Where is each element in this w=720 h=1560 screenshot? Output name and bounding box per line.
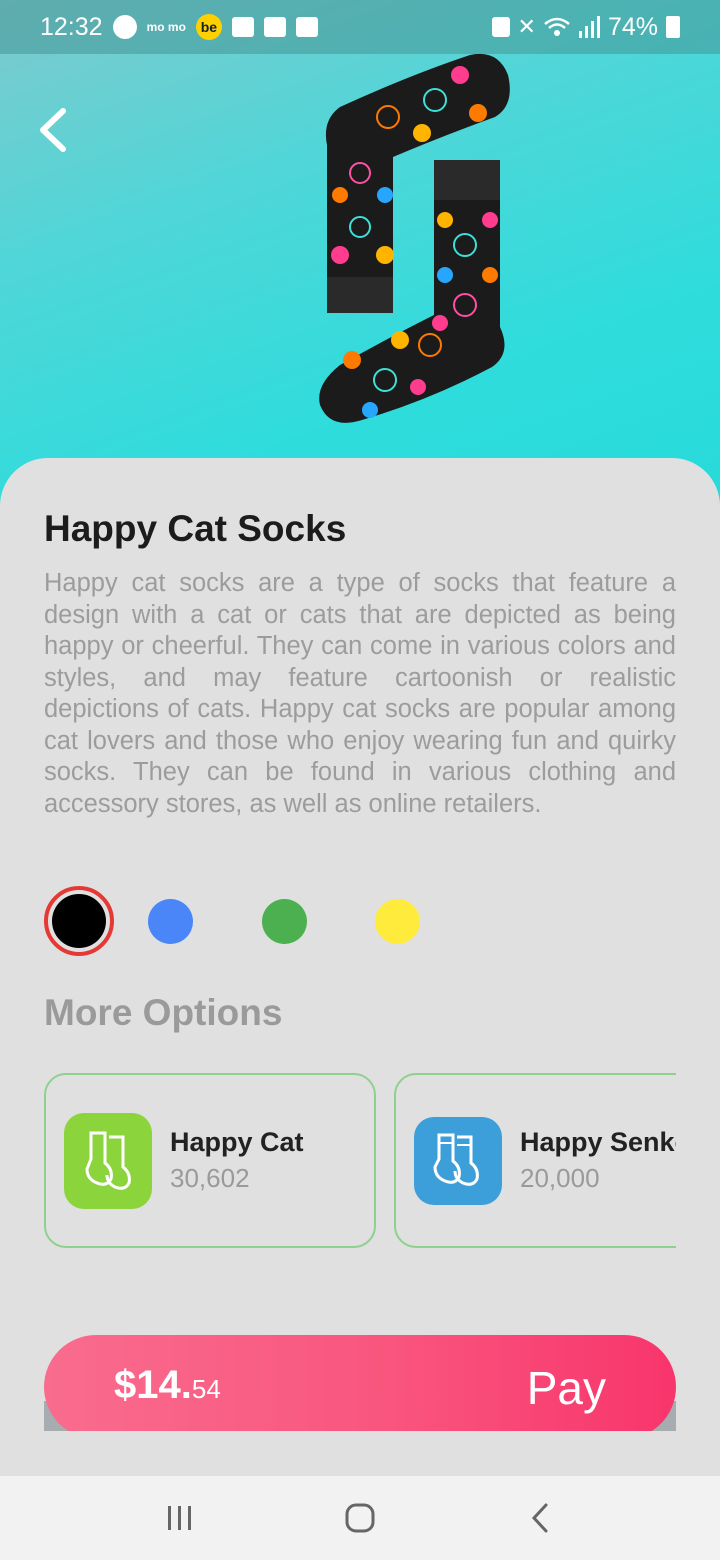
option-card-happy-senko[interactable]: Happy Senko 20,000 bbox=[394, 1073, 676, 1248]
nav-back-button[interactable] bbox=[500, 1488, 580, 1548]
option-count: 20,000 bbox=[520, 1163, 600, 1193]
folder-icon-2 bbox=[263, 17, 286, 37]
clock: 12:32 bbox=[40, 12, 103, 41]
more-options-title: More Options bbox=[44, 992, 283, 1033]
price: $14.54 bbox=[114, 1363, 221, 1408]
product-title: Happy Cat Socks bbox=[44, 508, 347, 549]
socks-glyph bbox=[85, 1131, 131, 1190]
signal-icon bbox=[578, 16, 600, 38]
option-count: 30,602 bbox=[170, 1163, 250, 1193]
price-cents: 54 bbox=[191, 1374, 221, 1404]
striped-socks-icon bbox=[414, 1117, 502, 1205]
recents-icon bbox=[168, 1506, 191, 1530]
color-swatch-blue[interactable] bbox=[148, 899, 193, 944]
wifi-icon bbox=[544, 17, 570, 36]
app-notification-icon bbox=[112, 15, 137, 39]
home-icon bbox=[345, 1503, 375, 1533]
color-swatch-black[interactable] bbox=[44, 886, 114, 956]
status-bar: 12:32 mo mo be ✕ 74% bbox=[0, 0, 720, 54]
battery-percent: 74% bbox=[607, 12, 658, 41]
battery-icon bbox=[666, 16, 680, 38]
gallery-icon bbox=[295, 17, 318, 37]
pay-section: $14.54 Pay bbox=[44, 1335, 676, 1431]
pay-label: Pay bbox=[526, 1362, 606, 1414]
option-name: Happy Cat bbox=[170, 1127, 304, 1157]
folder-icon bbox=[231, 17, 254, 37]
back-button[interactable] bbox=[22, 100, 82, 160]
socks-icon bbox=[64, 1113, 152, 1209]
momo-icon: mo mo bbox=[146, 19, 186, 34]
pay-button[interactable]: $14.54 Pay bbox=[44, 1335, 676, 1431]
recents-button[interactable] bbox=[140, 1488, 220, 1548]
option-card-happy-cat[interactable]: Happy Cat 30,602 bbox=[44, 1073, 376, 1248]
sync-icon bbox=[491, 17, 510, 37]
color-swatch-yellow[interactable] bbox=[375, 899, 420, 944]
be-icon: be bbox=[195, 14, 222, 40]
product-hero bbox=[0, 0, 720, 520]
chevron-left-icon bbox=[40, 108, 66, 152]
price-main: $14. bbox=[114, 1363, 192, 1407]
more-options-list: Happy Cat 30,602 Happy Senko 20,000 bbox=[44, 1073, 676, 1249]
color-swatches bbox=[44, 886, 484, 958]
striped-socks-glyph bbox=[433, 1133, 479, 1186]
swatch-fill bbox=[52, 894, 106, 948]
back-icon bbox=[531, 1503, 548, 1533]
color-swatch-green[interactable] bbox=[262, 899, 307, 944]
mute-icon: ✕ bbox=[517, 14, 536, 39]
cat-socks-image bbox=[319, 53, 510, 423]
home-button[interactable] bbox=[320, 1488, 400, 1548]
product-description: Happy cat socks are a type of socks that… bbox=[44, 569, 676, 818]
system-nav-bar bbox=[0, 1476, 720, 1560]
option-name: Happy Senko bbox=[520, 1127, 676, 1157]
